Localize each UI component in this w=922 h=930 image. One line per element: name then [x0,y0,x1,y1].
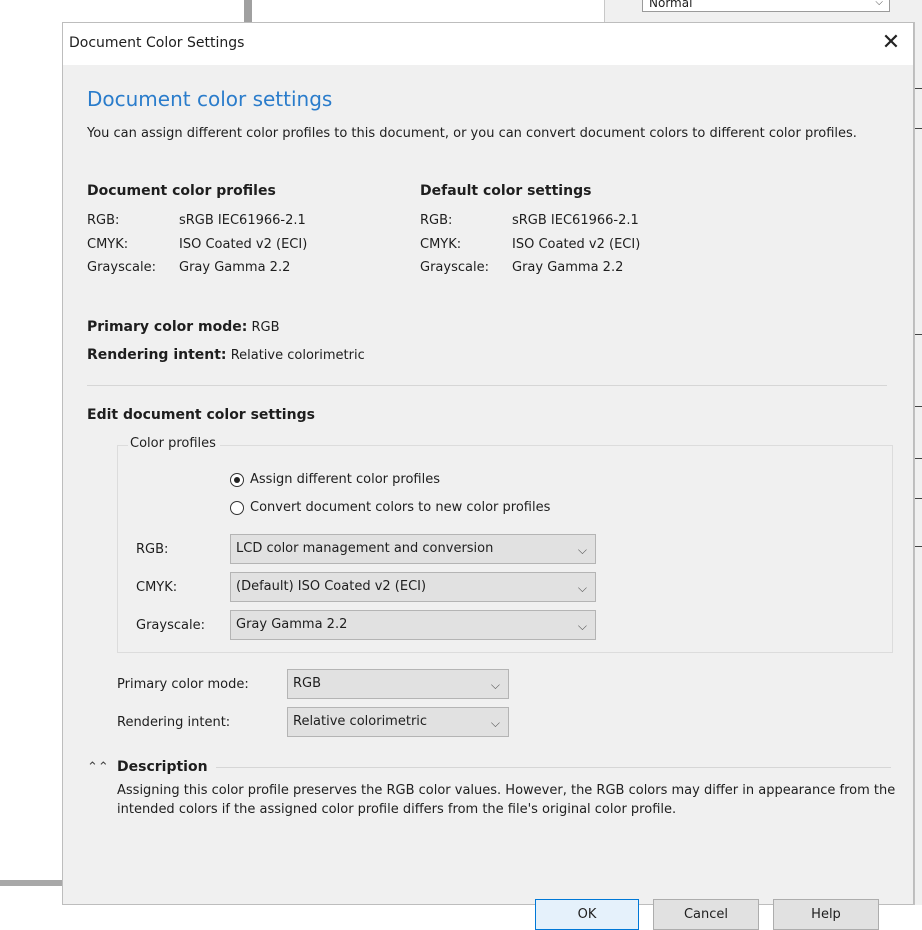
profile-key: RGB: [87,213,120,228]
chevron-down-icon: ⌵ [577,581,587,595]
cmyk-label: CMYK: [136,580,178,595]
ok-button[interactable]: OK [535,899,639,930]
default-settings-list: RGB: sRGB IEC61966-2.1 CMYK: ISO Coated v2… [420,209,640,280]
primary-mode-summary-label: Primary color mode: [87,319,248,335]
background-scroll-strip [914,22,922,905]
primary-mode-label: Primary color mode: [117,677,249,692]
strip-tick [915,458,922,459]
profile-key: CMYK: [87,236,129,252]
dialog-content: Document color settings You can assign d… [87,65,895,930]
grayscale-label: Grayscale: [136,618,205,633]
strip-tick [915,128,922,129]
page-title: Document color settings [87,87,333,111]
strip-tick [915,88,922,89]
help-button[interactable]: Help [773,899,879,930]
radio-unchecked-icon[interactable] [230,500,244,515]
profile-key: CMYK: [420,236,462,252]
chevron-down-icon: ⌵ [577,543,587,557]
profile-value: sRGB IEC61966-2.1 [179,213,306,228]
rgb-profile-value: LCD color management and conversion [236,541,494,556]
cmyk-profile-value: (Default) ISO Coated v2 (ECI) [236,579,427,594]
list-item: CMYK: ISO Coated v2 (ECI) [87,233,307,257]
primary-mode-select[interactable]: RGB ⌵ [287,669,509,699]
color-profiles-legend: Color profiles [128,436,220,451]
default-settings-section: Default color settings RGB: sRGB IEC61966… [420,183,640,280]
profile-value: ISO Coated v2 (ECI) [179,236,308,252]
chevron-down-icon: ⌵ [490,678,500,692]
rgb-profile-select[interactable]: LCD color management and conversion ⌵ [230,534,596,564]
background-blend-select[interactable]: Normal ⌵ [642,0,890,12]
convert-colors-radio[interactable]: Convert document colors to new color pro… [230,500,550,515]
strip-tick [915,498,922,499]
color-profiles-group: Color profiles Assign different color pr… [117,436,893,653]
grayscale-profile-select[interactable]: Gray Gamma 2.2 ⌵ [230,610,596,640]
strip-tick [915,334,922,335]
chevron-up-double-icon[interactable]: ⌃⌃ [87,760,109,775]
primary-mode-summary-value: RGB [251,320,280,335]
profile-value: Gray Gamma 2.2 [179,260,291,275]
list-item: Grayscale: Gray Gamma 2.2 [87,256,307,280]
description-title: Description [117,759,208,775]
radio-checked-icon[interactable] [230,472,244,487]
rendering-intent-summary-value: Relative colorimetric [230,348,365,363]
document-profiles-section: Document color profiles RGB: sRGB IEC6196… [87,183,307,280]
document-profiles-title: Document color profiles [87,183,276,199]
list-item: CMYK: ISO Coated v2 (ECI) [420,233,640,257]
chevron-down-icon: ⌵ [875,0,883,8]
background-divider-bottom [0,880,66,886]
dialog-title: Document Color Settings [69,35,245,51]
rendering-intent-label: Rendering intent: [117,715,231,730]
description-header[interactable]: ⌃⌃ Description [87,759,891,775]
description-text: Assigning this color profile preserves t… [117,783,896,817]
convert-colors-label[interactable]: Convert document colors to new color pro… [250,500,550,515]
document-profiles-list: RGB: sRGB IEC61966-2.1 CMYK: ISO Coated v2… [87,209,307,280]
rendering-intent-summary: Rendering intent: Relative colorimetric [87,347,365,363]
cancel-button[interactable]: Cancel [653,899,759,930]
grayscale-profile-value: Gray Gamma 2.2 [236,617,348,632]
dialog-titlebar[interactable]: Document Color Settings ✕ [63,23,913,65]
intro-text: You can assign different color profiles … [87,126,857,141]
list-item: RGB: sRGB IEC61966-2.1 [87,209,307,233]
primary-mode-summary: Primary color mode: RGB [87,319,280,335]
profile-value: sRGB IEC61966-2.1 [512,213,639,228]
profile-key: Grayscale: [420,260,489,275]
list-item: RGB: sRGB IEC61966-2.1 [420,209,640,233]
edit-settings-title: Edit document color settings [87,407,315,423]
assign-profiles-radio[interactable]: Assign different color profiles [230,472,440,487]
rgb-label: RGB: [136,542,169,557]
background-blend-select-value: Normal [649,0,693,10]
section-divider [87,385,887,386]
profile-key: Grayscale: [87,260,156,275]
rendering-intent-select[interactable]: Relative colorimetric ⌵ [287,707,509,737]
chevron-down-icon: ⌵ [577,619,587,633]
chevron-down-icon: ⌵ [490,716,500,730]
profile-value: Gray Gamma 2.2 [512,260,624,275]
default-settings-title: Default color settings [420,183,592,199]
strip-tick [915,406,922,407]
cmyk-profile-select[interactable]: (Default) ISO Coated v2 (ECI) ⌵ [230,572,596,602]
assign-profiles-label[interactable]: Assign different color profiles [250,472,440,487]
list-item: Grayscale: Gray Gamma 2.2 [420,256,640,280]
document-color-settings-dialog: Document Color Settings ✕ Document color… [62,22,914,930]
primary-mode-value: RGB [293,676,322,691]
strip-tick [915,546,922,547]
close-icon[interactable]: ✕ [875,28,907,58]
background-divider [244,0,252,22]
rendering-intent-value: Relative colorimetric [293,714,428,729]
rendering-intent-summary-label: Rendering intent: [87,347,227,363]
description-divider [215,766,891,768]
profile-key: RGB: [420,213,453,228]
profile-value: ISO Coated v2 (ECI) [512,236,641,252]
